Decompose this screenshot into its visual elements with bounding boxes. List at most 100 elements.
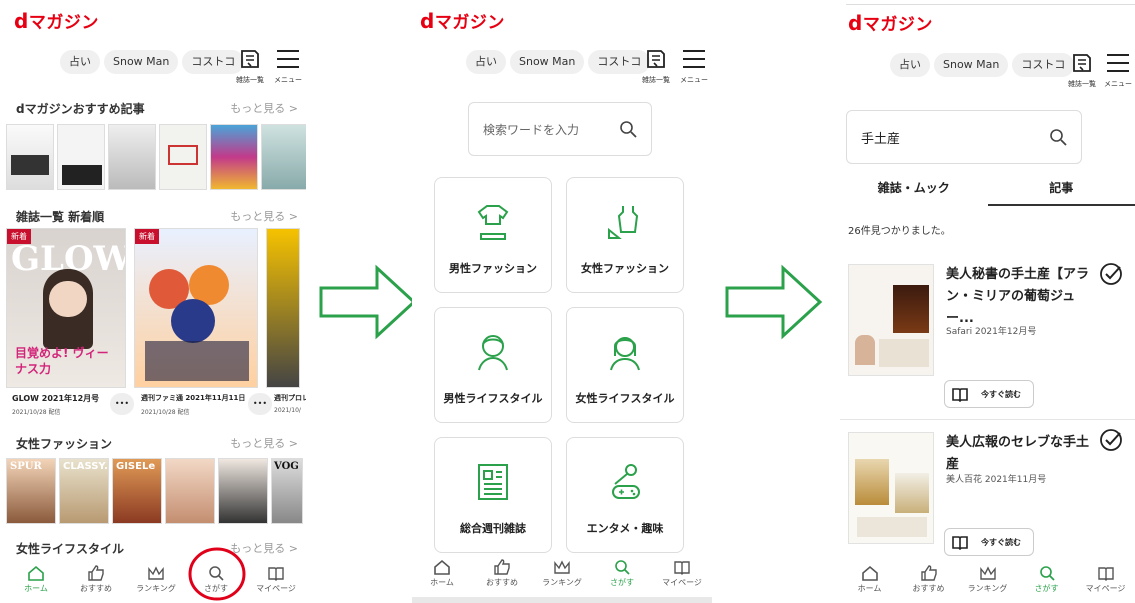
result-type-tabs: 雑誌・ムック 記事 [840, 176, 1135, 206]
book-icon [674, 561, 690, 575]
home-icon [28, 565, 44, 581]
tab-recommended[interactable]: おすすめ [68, 565, 124, 594]
more-options-button[interactable]: ••• [248, 393, 272, 415]
tab-search[interactable]: さがす [1019, 565, 1075, 594]
tab-ranking[interactable]: ランキング [960, 565, 1016, 594]
more-link-new-magazines[interactable]: もっと見る > [230, 208, 298, 224]
new-magazines-row: 新着 GLOW 目覚めよ! ヴィーナス力 新着 [6, 228, 300, 388]
bottom-tab-bar: ホーム おすすめ ランキング さがす マイページ [412, 557, 712, 597]
magazine-list-button[interactable]: 雑誌一覧 [638, 48, 674, 85]
menu-button[interactable]: メニュー [1100, 52, 1135, 89]
result-item[interactable]: 美人秘書の手土産【アラン・ミリアの葡萄ジュー... Safari 2021年12… [840, 258, 1135, 420]
magazine-cover[interactable] [165, 458, 215, 524]
tab-home[interactable]: ホーム [8, 565, 64, 594]
magazine-list-button[interactable]: 雑誌一覧 [1064, 52, 1100, 89]
magazine-cover-glow[interactable]: 新着 GLOW 目覚めよ! ヴィーナス力 [6, 228, 126, 388]
menu-button[interactable]: メニュー [676, 48, 712, 85]
article-thumb[interactable] [159, 124, 207, 190]
search-screen: dマガジン 占い Snow Man コストコ 雑誌一覧 メニュー 検索ワードを入… [412, 0, 712, 603]
read-now-button[interactable]: 今すぐ読む [944, 380, 1034, 408]
search-icon [1050, 129, 1067, 146]
tab-home[interactable]: ホーム [842, 565, 898, 594]
category-women-fashion[interactable]: 女性ファッション [566, 177, 684, 293]
category-entertainment[interactable]: エンタメ・趣味 [566, 437, 684, 553]
magazine-cover-famitsu[interactable]: 新着 [134, 228, 258, 388]
dmagazine-logo[interactable]: dマガジン [420, 8, 505, 33]
tab-mypage[interactable]: マイページ [1078, 565, 1134, 594]
article-thumb[interactable] [108, 124, 156, 190]
woman-face-icon [610, 337, 640, 371]
result-item[interactable]: 美人広報のセレブな手土産 美人百花 2021年11月号 今すぐ読む [840, 420, 1135, 560]
crown-icon [148, 566, 164, 580]
more-link-recommended[interactable]: もっと見る > [230, 100, 298, 116]
magazine-cover[interactable]: GISELe [112, 458, 162, 524]
category-women-lifestyle[interactable]: 女性ライフスタイル [566, 307, 684, 423]
search-icon [615, 560, 630, 575]
magazine-name: 週刊ファミ通 2021年11月11日 [141, 394, 246, 402]
dmagazine-logo[interactable]: dマガジン [848, 10, 933, 35]
tab-recommended[interactable]: おすすめ [901, 565, 957, 594]
search-placeholder: 検索ワードを入力 [483, 122, 580, 137]
tab-mypage[interactable]: マイページ [248, 565, 304, 594]
magazine-list-button[interactable]: 雑誌一覧 [232, 48, 268, 85]
chip-snowman[interactable]: Snow Man [934, 53, 1009, 77]
magazine-cover-pro-wrestling[interactable] [266, 228, 300, 388]
read-now-button[interactable]: 今すぐ読む [944, 528, 1034, 556]
men-fashion-icon [477, 205, 509, 240]
magazine-cover[interactable]: SPUR [6, 458, 56, 524]
tab-articles[interactable]: 記事 [987, 176, 1135, 206]
tab-magazines-mooks[interactable]: 雑誌・ムック [840, 176, 988, 206]
magazine-cover[interactable]: VOG [271, 458, 303, 524]
book-icon [952, 536, 968, 550]
result-title: 美人秘書の手土産【アラン・ミリアの葡萄ジュー... [946, 267, 1090, 326]
hamburger-icon [1107, 54, 1129, 72]
more-options-button[interactable]: ••• [110, 393, 134, 415]
magazine-cover[interactable] [218, 458, 268, 524]
check-icon[interactable] [1099, 428, 1123, 452]
article-thumb[interactable] [57, 124, 105, 190]
article-thumb[interactable] [6, 124, 54, 190]
search-input[interactable]: 手土産 [846, 110, 1082, 164]
book-icon [952, 388, 968, 402]
magazine-cover[interactable]: CLASSY. [59, 458, 109, 524]
book-icon [268, 567, 284, 581]
flow-arrow-icon [725, 264, 823, 340]
magazine-list-icon [241, 50, 259, 68]
recommended-articles-row [6, 124, 306, 190]
highlight-circle [188, 547, 246, 601]
chip-fortune[interactable]: 占い [890, 53, 930, 77]
book-icon [1097, 567, 1114, 581]
tab-ranking[interactable]: ランキング [534, 559, 590, 588]
menu-button[interactable]: メニュー [270, 48, 306, 85]
article-thumbnail [848, 432, 934, 544]
chip-fortune[interactable]: 占い [60, 50, 100, 74]
flow-arrow-icon [319, 264, 417, 340]
check-icon[interactable] [1099, 262, 1123, 286]
top-divider [846, 4, 1135, 5]
result-source: Safari 2021年12月号 [946, 327, 1037, 337]
women-fashion-row: SPUR CLASSY. GISELe VOG [6, 458, 303, 524]
tab-home[interactable]: ホーム [414, 559, 470, 588]
category-men-lifestyle[interactable]: 男性ライフスタイル [434, 307, 552, 423]
home-icon [434, 559, 450, 575]
bottom-tab-bar: ホーム おすすめ ランキング さがす マイページ [840, 563, 1135, 603]
search-icon [620, 121, 637, 138]
category-weekly-magazine[interactable]: 総合週刊雑誌 [434, 437, 552, 553]
tab-mypage[interactable]: マイページ [654, 559, 710, 588]
chip-snowman[interactable]: Snow Man [104, 50, 179, 74]
home-icon [861, 565, 878, 581]
chip-fortune[interactable]: 占い [466, 50, 506, 74]
tab-recommended[interactable]: おすすめ [474, 559, 530, 588]
article-thumb[interactable] [210, 124, 258, 190]
article-thumb[interactable] [261, 124, 306, 190]
keyword-chips: 占い Snow Man コストコ [60, 50, 245, 74]
more-link-women-fashion[interactable]: もっと見る > [230, 435, 298, 451]
category-men-fashion[interactable]: 男性ファッション [434, 177, 552, 293]
tab-search[interactable]: さがす [594, 559, 650, 588]
magazine-date: 2021/10/28 配信 [141, 409, 190, 416]
tab-ranking[interactable]: ランキング [128, 565, 184, 594]
search-input[interactable]: 検索ワードを入力 [468, 102, 652, 156]
section-title-women-fashion: 女性ファッション [16, 437, 113, 451]
dmagazine-logo[interactable]: dマガジン [14, 8, 99, 33]
chip-snowman[interactable]: Snow Man [510, 50, 585, 74]
